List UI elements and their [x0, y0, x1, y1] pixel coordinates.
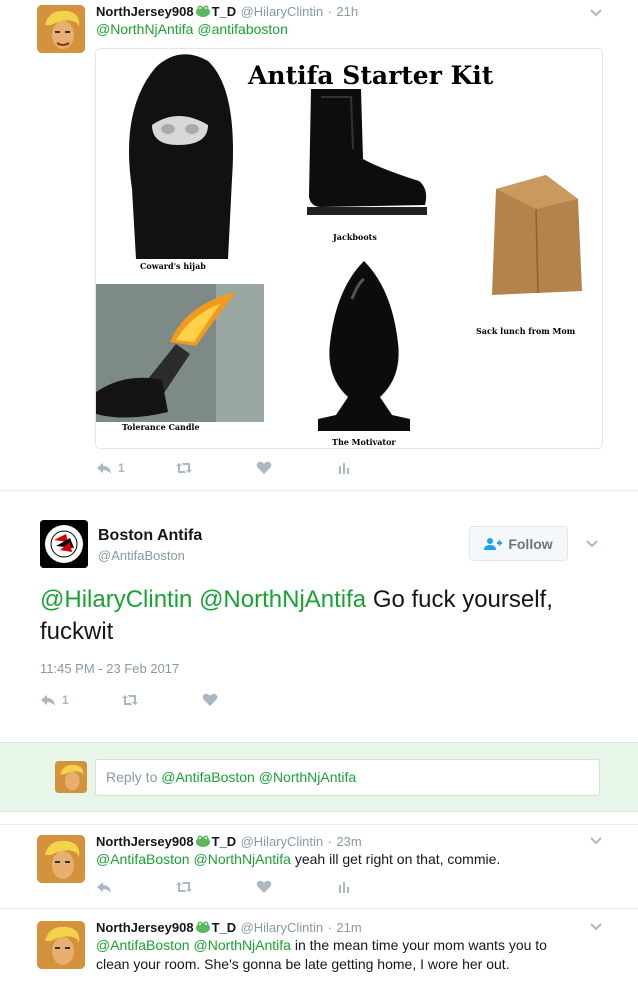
author-name-suffix[interactable]: T_D	[212, 834, 237, 849]
mention-link[interactable]: @NorthNjAntifa	[194, 937, 291, 953]
tweet-image[interactable]: Antifa Starter Kit Coward's hijab Jackbo…	[95, 48, 603, 449]
tweet-text: @AntifaBoston @NorthNjAntifa in the mean…	[96, 936, 547, 974]
chevron-down-icon[interactable]	[589, 919, 603, 933]
analytics-icon	[339, 463, 349, 474]
reply-count: 1	[62, 693, 69, 707]
frog-icon	[195, 835, 211, 847]
reply-button[interactable]: 1	[96, 460, 176, 476]
chevron-down-icon[interactable]	[589, 833, 603, 847]
chevron-down-icon[interactable]	[585, 536, 599, 550]
avatar-image	[37, 835, 85, 883]
avatar-image	[37, 921, 85, 969]
reply-mentions: @AntifaBoston @NorthNjAntifa	[161, 769, 357, 785]
mention-link[interactable]: @HilaryClintin	[40, 586, 192, 613]
tweet-text: @AntifaBoston @NorthNjAntifa yeah ill ge…	[96, 850, 500, 869]
frog-icon	[195, 921, 211, 933]
avatar[interactable]	[40, 520, 88, 568]
follow-button[interactable]: Follow	[469, 526, 568, 561]
author-name[interactable]: Boston Antifa	[98, 527, 202, 545]
reply-input[interactable]: Reply to @AntifaBoston @NorthNjAntifa	[95, 759, 600, 796]
tweet-header: NorthJersey908 T_D @HilaryClintin · 23m	[96, 834, 362, 849]
divider	[0, 824, 638, 825]
jackboot-image	[307, 89, 427, 215]
tweet-timestamp[interactable]: 11:45 PM - 23 Feb 2017	[40, 661, 179, 676]
tweet-actions: 1	[96, 460, 416, 476]
tweet-time[interactable]: 21h	[336, 4, 358, 19]
avatar-image	[37, 5, 85, 53]
avatar[interactable]	[37, 835, 85, 883]
like-button[interactable]	[256, 879, 336, 895]
tweet-text: @HilaryClintin @NorthNjAntifa Go fuck yo…	[40, 584, 580, 648]
analytics-icon	[339, 882, 349, 893]
follow-label: Follow	[508, 535, 553, 552]
retweet-icon	[122, 695, 138, 705]
tweet-body-line2: clean your room. She's gonna be late get…	[96, 956, 510, 972]
motivator-image	[318, 261, 410, 431]
like-icon	[256, 880, 272, 893]
reply-icon	[97, 882, 111, 893]
add-user-icon	[484, 537, 503, 550]
paper-bag-image	[492, 175, 582, 295]
mention-link[interactable]: @AntifaBoston	[96, 851, 190, 867]
divider	[0, 908, 638, 909]
reply-button[interactable]: 1	[40, 692, 122, 708]
reply-prefix: Reply to	[106, 769, 162, 785]
retweet-button[interactable]	[176, 879, 256, 895]
molotov-image	[96, 284, 264, 422]
analytics-button[interactable]	[336, 460, 416, 476]
author-handle[interactable]: @HilaryClintin	[241, 4, 324, 19]
frog-icon	[195, 5, 211, 17]
avatar[interactable]	[37, 921, 85, 969]
tweet-time[interactable]: 23m	[336, 834, 361, 849]
reply-icon	[97, 463, 111, 474]
avatar	[55, 761, 87, 793]
image-title: Antifa Starter Kit	[248, 61, 494, 90]
mention-link[interactable]: @NorthNjAntifa	[199, 586, 366, 613]
reply-button[interactable]	[96, 879, 176, 895]
avatar-image	[55, 761, 87, 793]
like-button[interactable]	[256, 460, 336, 476]
mention-link[interactable]: @NorthNjAntifa	[96, 21, 193, 37]
antifa-logo	[40, 520, 88, 568]
label-jackboots: Jackboots	[333, 232, 377, 242]
divider	[0, 490, 638, 491]
tweet-time[interactable]: 21m	[336, 920, 361, 935]
author-name[interactable]: NorthJersey908	[96, 834, 194, 849]
chevron-down-icon[interactable]	[589, 5, 603, 19]
retweet-button[interactable]	[176, 460, 256, 476]
author-handle[interactable]: @AntifaBoston	[98, 548, 185, 563]
mention-link[interactable]: @antifaboston	[197, 21, 288, 37]
label-candle: Tolerance Candle	[122, 422, 200, 432]
author-handle[interactable]: @HilaryClintin	[241, 920, 324, 935]
tweet-text: @NorthNjAntifa @antifaboston	[96, 20, 288, 39]
tweet-header: NorthJersey908 T_D @HilaryClintin · 21m	[96, 920, 362, 935]
retweet-icon	[176, 463, 192, 473]
analytics-button[interactable]	[336, 879, 416, 895]
retweet-button[interactable]	[122, 692, 202, 708]
author-name-suffix[interactable]: T_D	[212, 920, 237, 935]
avatar[interactable]	[37, 5, 85, 53]
retweet-icon	[176, 882, 192, 892]
mention-link[interactable]: @NorthNjAntifa	[194, 851, 291, 867]
tweet-body: yeah ill get right on that, commie.	[290, 851, 501, 867]
like-icon	[202, 693, 218, 706]
label-motivator: The Motivator	[332, 437, 396, 447]
author-name[interactable]: NorthJersey908	[96, 4, 194, 19]
tweet-body-line1: in the mean time your mom wants you to	[290, 937, 547, 953]
tweet-actions: 1	[40, 692, 282, 708]
balaclava-image	[129, 54, 233, 259]
reply-count: 1	[118, 461, 125, 475]
tweet-header: NorthJersey908 T_D @HilaryClintin · 21h	[96, 4, 359, 19]
tweet-actions	[96, 879, 416, 895]
like-icon	[256, 461, 272, 474]
mention-link[interactable]: @AntifaBoston	[96, 937, 190, 953]
reply-composer: Reply to @AntifaBoston @NorthNjAntifa	[0, 742, 638, 812]
author-handle[interactable]: @HilaryClintin	[241, 834, 324, 849]
label-sack: Sack lunch from Mom	[476, 326, 576, 336]
label-hijab: Coward's hijab	[140, 261, 206, 271]
author-name-suffix[interactable]: T_D	[212, 4, 237, 19]
like-button[interactable]	[202, 692, 282, 708]
reply-icon	[41, 695, 55, 706]
author-name[interactable]: NorthJersey908	[96, 920, 194, 935]
